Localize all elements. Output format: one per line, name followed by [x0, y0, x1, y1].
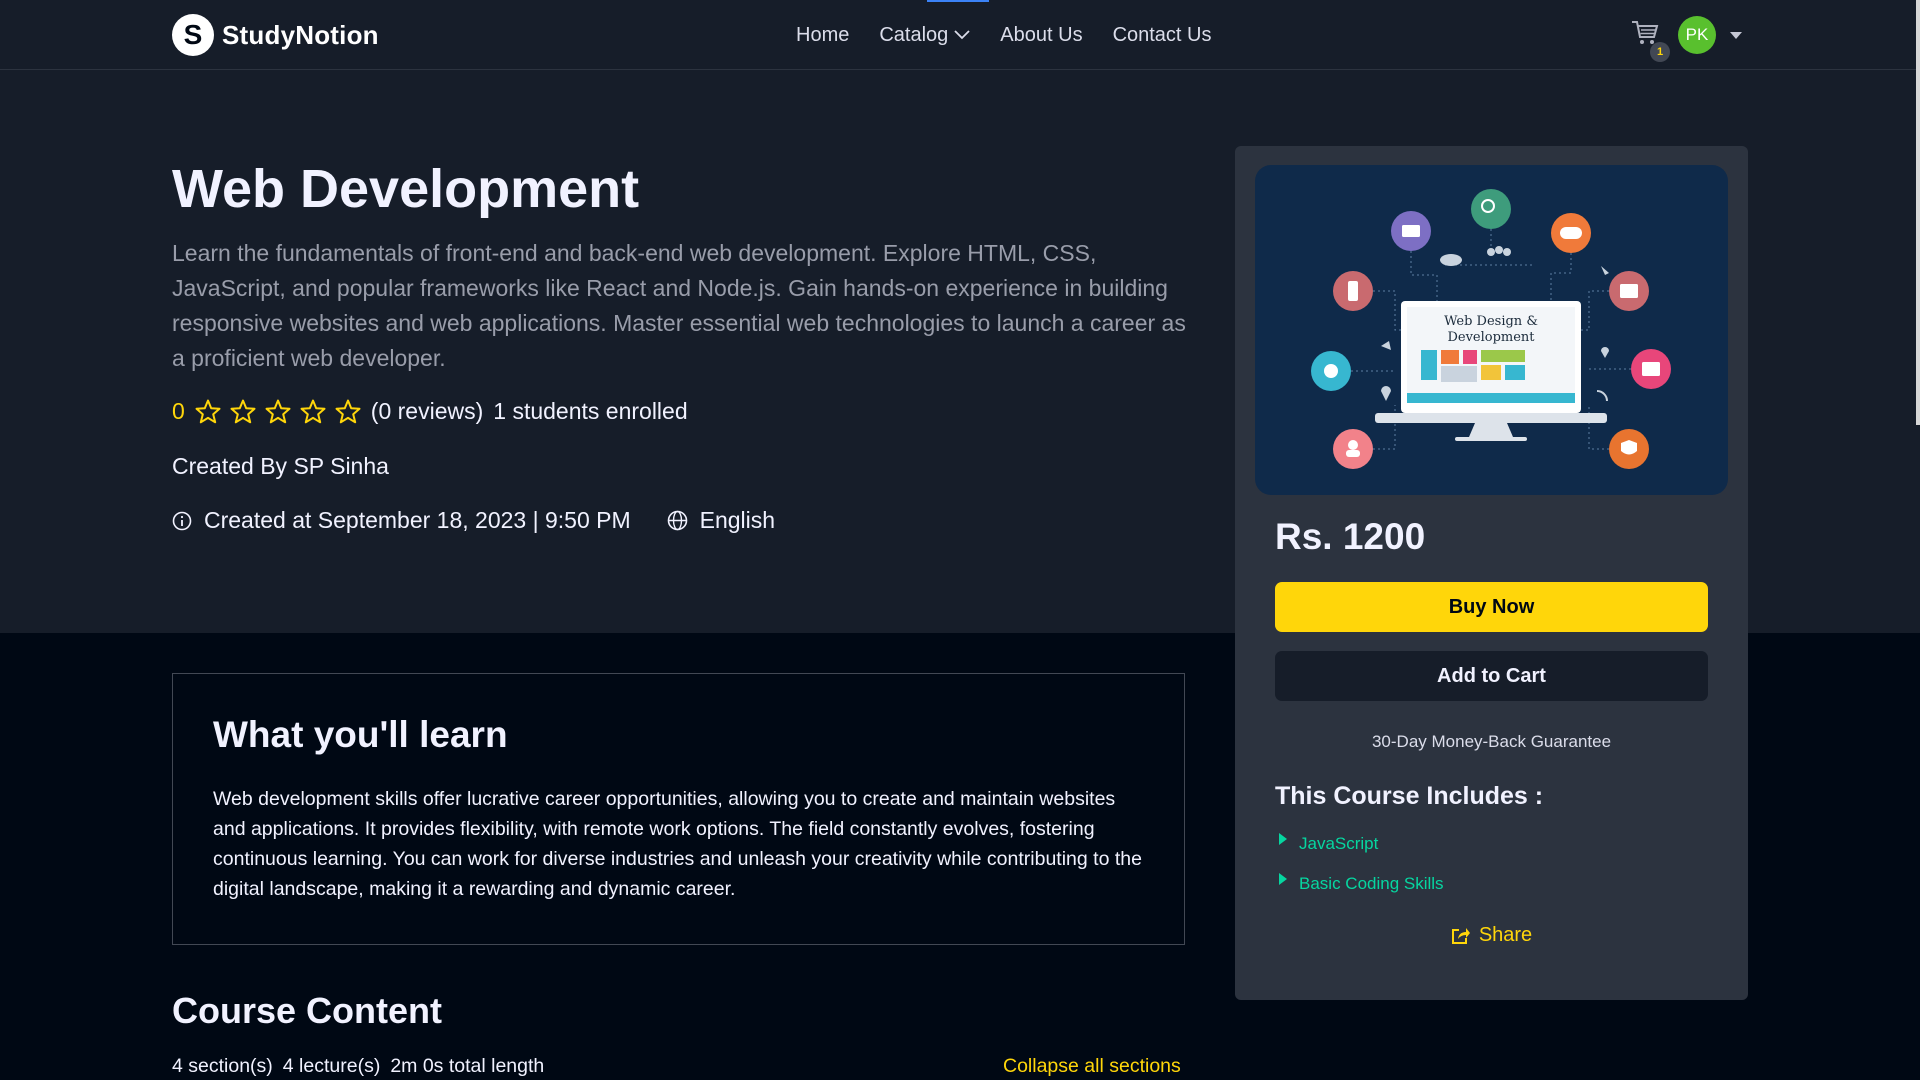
include-label: Basic Coding Skills: [1299, 874, 1444, 893]
star-icon: [300, 399, 326, 424]
svg-text:Web Design &: Web Design &: [1444, 314, 1538, 329]
course-content-meta: 4 section(s) 4 lecture(s) 2m 0s total le…: [172, 1055, 544, 1078]
course-content-title: Course Content: [172, 990, 442, 1031]
avatar[interactable]: PK: [1678, 16, 1716, 54]
language-text: English: [699, 507, 776, 533]
reviews-count: (0 reviews): [370, 398, 484, 424]
buy-now-button[interactable]: Buy Now: [1275, 582, 1708, 632]
star-icon: [335, 399, 361, 424]
learn-title: What you'll learn: [213, 714, 508, 755]
course-language: English: [667, 507, 775, 534]
star-icon: [230, 399, 256, 424]
course-purchase-card: Web Design & Development Rs. 1200 Buy No…: [1235, 146, 1748, 1000]
course-description: Learn the fundamentals of front-end and …: [172, 240, 1186, 371]
created-at-text: Created at September 18, 2023 | 9:50 PM: [204, 507, 631, 533]
rating-value: 0: [172, 398, 185, 424]
list-item: Basic Coding Skills: [1275, 864, 1444, 904]
caret-right-icon: [1279, 873, 1287, 885]
money-back-guarantee: 30-Day Money-Back Guarantee: [1371, 732, 1612, 751]
includes-list: JavaScript Basic Coding Skills: [1275, 824, 1444, 904]
learn-text: Web development skills offer lucrative c…: [213, 788, 1142, 900]
nav-link-home[interactable]: Home: [796, 24, 849, 47]
logo-text: StudyNotion: [222, 19, 379, 50]
navbar: S StudyNotion Home Catalog About Us Cont…: [0, 0, 1920, 70]
course-price: Rs. 1200: [1275, 516, 1426, 557]
chevron-down-icon: [954, 30, 970, 40]
total-length: 2m 0s total length: [390, 1055, 545, 1077]
course-thumbnail: Web Design & Development: [1255, 165, 1728, 495]
scrollbar[interactable]: [1916, 0, 1920, 425]
rating-row: 0 (0 reviews) 1 students enrolled: [172, 398, 688, 425]
share-button[interactable]: Share: [1235, 924, 1748, 947]
course-author: Created By SP Sinha: [172, 453, 389, 479]
nav-link-catalog-label: Catalog: [879, 23, 949, 46]
caret-down-icon[interactable]: [1730, 31, 1742, 39]
globe-icon: [667, 510, 687, 531]
sections-count: 4 section(s): [172, 1055, 273, 1077]
cart-button[interactable]: 1: [1630, 18, 1670, 62]
logo-icon: S: [172, 14, 214, 56]
cart-count-badge: 1: [1650, 42, 1670, 62]
includes-title: This Course Includes :: [1275, 782, 1544, 810]
created-at: Created at September 18, 2023 | 9:50 PM: [172, 507, 631, 534]
list-item: JavaScript: [1275, 824, 1444, 864]
share-label: Share: [1478, 924, 1533, 946]
course-meta: Created at September 18, 2023 | 9:50 PM …: [172, 507, 775, 534]
nav-user-area: 1 PK: [1630, 0, 1742, 70]
nav-link-about[interactable]: About Us: [1000, 24, 1082, 47]
course-title: Web Development: [172, 159, 640, 219]
what-you-learn-box: What you'll learn Web development skills…: [172, 673, 1185, 945]
info-icon: [172, 511, 192, 530]
logo[interactable]: S StudyNotion: [172, 14, 379, 56]
star-rating: [195, 399, 361, 424]
add-to-cart-button[interactable]: Add to Cart: [1275, 651, 1708, 701]
svg-text:Development: Development: [1447, 330, 1535, 345]
share-icon: [1451, 927, 1470, 944]
web-design-illustration: Web Design & Development: [1311, 189, 1671, 469]
nav-link-catalog[interactable]: Catalog: [879, 24, 970, 47]
enrolled-count: 1 students enrolled: [493, 398, 688, 424]
star-icon: [195, 399, 221, 424]
nav-links: Home Catalog About Us Contact Us: [796, 0, 1212, 70]
lectures-count: 4 lecture(s): [282, 1055, 381, 1077]
caret-right-icon: [1279, 833, 1287, 845]
star-icon: [265, 399, 291, 424]
include-label: JavaScript: [1299, 834, 1379, 853]
nav-link-contact[interactable]: Contact Us: [1113, 24, 1212, 47]
collapse-all-sections-link[interactable]: Collapse all sections: [1003, 1055, 1181, 1078]
